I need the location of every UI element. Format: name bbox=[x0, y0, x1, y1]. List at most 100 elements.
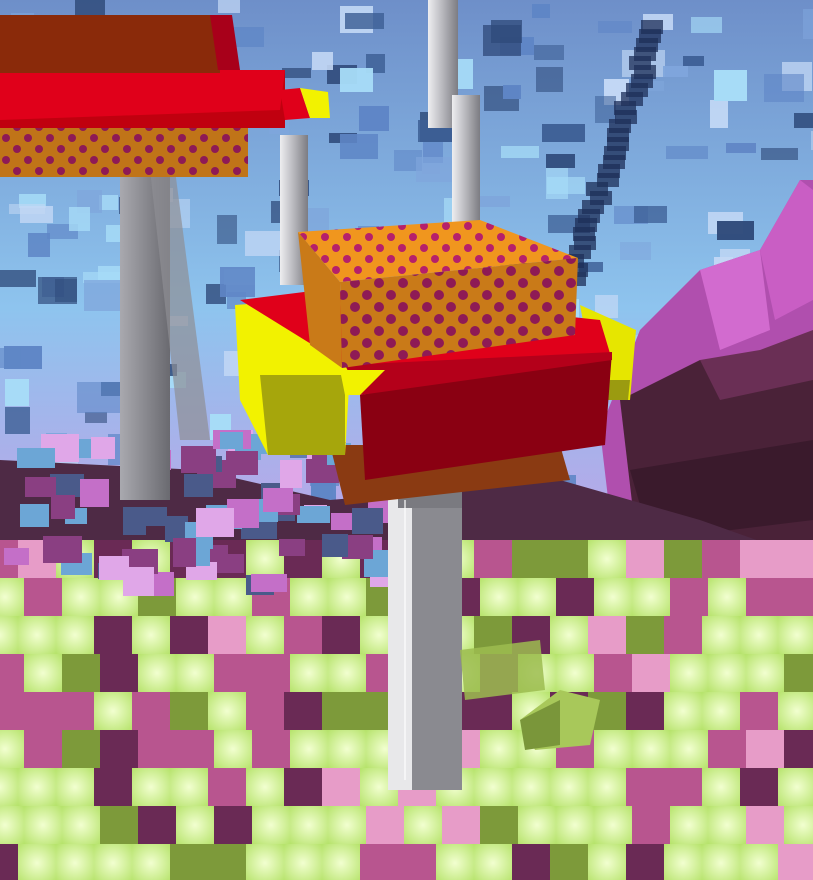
ground-tile bbox=[740, 540, 778, 578]
game-viewport[interactable] bbox=[0, 0, 813, 880]
ground-tile bbox=[0, 806, 24, 844]
ground-tile bbox=[24, 730, 62, 768]
voxel bbox=[0, 348, 21, 368]
ground-tile bbox=[0, 844, 18, 880]
ground-tile bbox=[170, 768, 208, 806]
ground-tile bbox=[778, 692, 813, 730]
voxel bbox=[280, 460, 302, 488]
voxel bbox=[340, 68, 373, 92]
ground-tile bbox=[436, 844, 474, 880]
ground-tile bbox=[94, 768, 132, 806]
voxel bbox=[634, 206, 667, 223]
ground-tile bbox=[550, 844, 588, 880]
voxel bbox=[245, 231, 286, 256]
ground-tile bbox=[404, 806, 442, 844]
voxel bbox=[345, 13, 384, 29]
ground-tile bbox=[550, 540, 588, 578]
ground-tile bbox=[246, 616, 284, 654]
ground-tile bbox=[132, 844, 170, 880]
voxel bbox=[794, 113, 813, 128]
ground-tile bbox=[746, 654, 784, 692]
voxel bbox=[279, 539, 305, 556]
ground-tile bbox=[518, 806, 556, 844]
voxel bbox=[536, 67, 563, 92]
ground-tile bbox=[746, 578, 784, 616]
voxel-scene bbox=[0, 0, 813, 880]
ground-tile bbox=[594, 806, 632, 844]
ground-tile bbox=[784, 654, 813, 692]
ground-tile bbox=[670, 806, 708, 844]
ground-tile bbox=[284, 844, 322, 880]
ground-tile bbox=[670, 578, 708, 616]
voxel bbox=[38, 277, 77, 304]
ground-tile bbox=[784, 806, 813, 844]
ground-tile bbox=[740, 768, 778, 806]
voxel bbox=[416, 157, 456, 182]
ground-tile bbox=[626, 692, 664, 730]
voxel bbox=[69, 207, 90, 231]
voxel bbox=[726, 143, 756, 153]
voxel bbox=[51, 495, 75, 519]
ground-tile bbox=[588, 844, 626, 880]
ground-tile bbox=[252, 730, 290, 768]
ground-tile bbox=[0, 616, 18, 654]
voxel bbox=[77, 382, 120, 413]
voxel bbox=[4, 548, 29, 565]
voxel bbox=[359, 106, 389, 131]
ground-tile bbox=[176, 578, 214, 616]
ground-tile bbox=[632, 578, 670, 616]
voxel bbox=[297, 506, 330, 523]
ground-tile bbox=[778, 844, 813, 880]
voxel bbox=[534, 45, 564, 60]
ground-tile bbox=[702, 616, 740, 654]
ground-tile bbox=[708, 578, 746, 616]
ground-tile bbox=[284, 616, 322, 654]
ground-tile bbox=[664, 844, 702, 880]
ground-tile bbox=[708, 730, 746, 768]
ground-tile bbox=[626, 540, 664, 578]
ground-tile bbox=[632, 654, 670, 692]
ground-tile bbox=[62, 654, 100, 692]
voxel bbox=[479, 196, 510, 207]
voxel bbox=[5, 379, 29, 406]
voxel bbox=[312, 52, 333, 70]
ground-tile bbox=[246, 768, 284, 806]
ground-tile bbox=[588, 768, 626, 806]
voxel bbox=[542, 124, 585, 142]
ground-tile bbox=[480, 730, 518, 768]
voxel bbox=[595, 96, 616, 123]
ground-tile bbox=[778, 616, 813, 654]
voxel bbox=[220, 267, 255, 297]
voxel bbox=[85, 412, 107, 423]
ground-tile bbox=[62, 578, 100, 616]
ground-tile bbox=[360, 844, 398, 880]
ground-tile bbox=[176, 806, 214, 844]
voxel bbox=[173, 538, 196, 567]
ground-tile bbox=[626, 844, 664, 880]
voxel bbox=[25, 477, 56, 497]
ground-tile bbox=[588, 540, 626, 578]
ground-tile bbox=[100, 654, 138, 692]
ground-tile bbox=[290, 654, 328, 692]
voxel bbox=[123, 507, 146, 535]
voxel bbox=[717, 221, 754, 240]
ground-tile bbox=[24, 654, 62, 692]
voxel bbox=[491, 20, 522, 43]
ground-tile bbox=[214, 806, 252, 844]
ground-tile bbox=[328, 654, 366, 692]
voxel bbox=[803, 9, 813, 39]
ground-tile bbox=[290, 578, 328, 616]
ground-tile bbox=[664, 540, 702, 578]
ground-tile bbox=[328, 730, 366, 768]
voxel bbox=[9, 204, 45, 214]
voxel bbox=[84, 280, 122, 311]
ground-tile bbox=[480, 578, 518, 616]
ground-tile bbox=[664, 692, 702, 730]
ground-tile bbox=[138, 654, 176, 692]
ground-tile bbox=[132, 692, 170, 730]
ground-tile bbox=[322, 692, 360, 730]
ground-tile bbox=[176, 654, 214, 692]
voxel bbox=[91, 437, 115, 459]
ground-tile bbox=[784, 578, 813, 616]
voxel bbox=[547, 177, 585, 194]
